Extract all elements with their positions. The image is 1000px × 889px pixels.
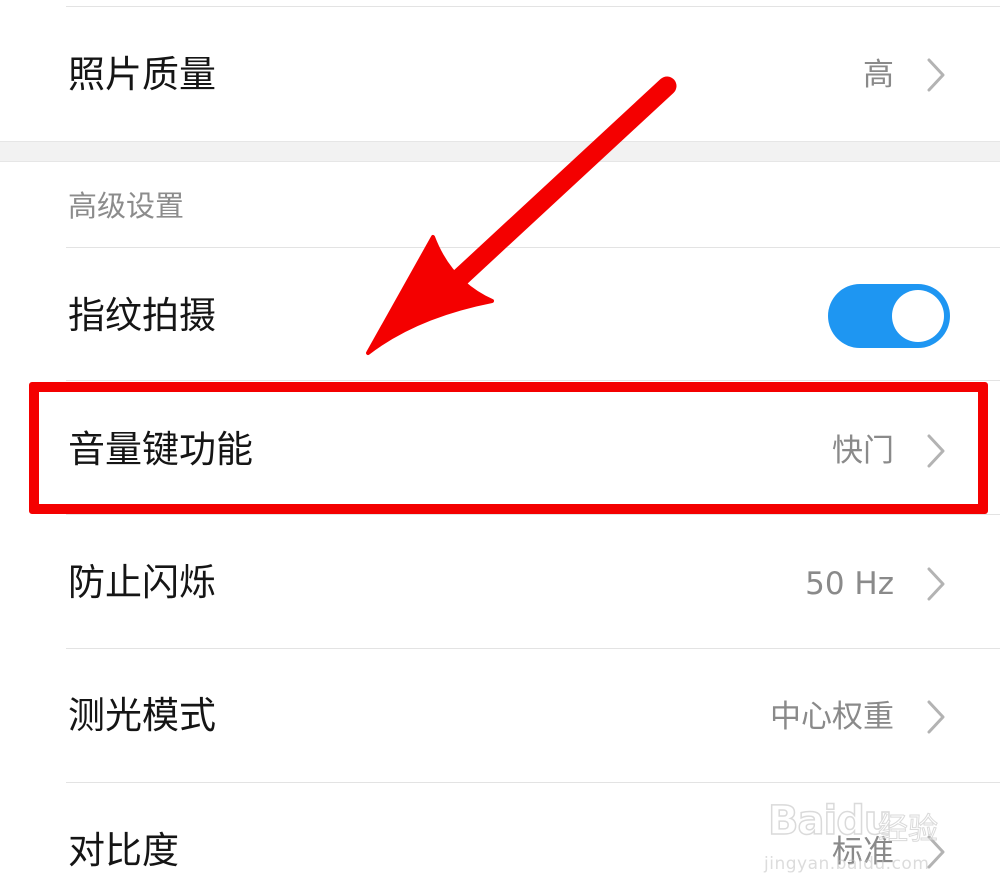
settings-row-metering-mode[interactable]: 测光模式 中心权重 [0,649,1000,782]
metering-mode-value: 中心权重 [770,699,894,735]
anti-flicker-label: 防止闪烁 [68,561,216,604]
watermark-logo: Baidu [767,797,893,845]
settings-row-photo-quality[interactable]: 照片质量 高 [0,0,1000,141]
anti-flicker-value: 50 Hz [805,566,894,602]
section-separator [0,141,1000,162]
toggle-knob [892,290,944,342]
divider [66,6,1000,7]
watermark-text: 经验 [878,812,939,848]
chevron-right-icon [927,700,945,734]
chevron-right-icon [927,567,945,601]
chevron-right-icon [927,58,945,92]
contrast-label: 对比度 [68,829,179,872]
watermark: Baidu 经验 jingyan.baidu.com [760,776,960,886]
photo-quality-value: 高 [863,57,894,93]
metering-mode-label: 测光模式 [68,694,216,737]
photo-quality-label: 照片质量 [68,53,216,96]
fingerprint-capture-toggle[interactable] [828,284,950,348]
settings-row-anti-flicker[interactable]: 防止闪烁 50 Hz [0,515,1000,648]
section-header-advanced: 高级设置 [68,189,185,223]
annotation-highlight-box [29,382,988,514]
fingerprint-capture-label: 指纹拍摄 [68,294,216,337]
watermark-url: jingyan.baidu.com [764,854,930,874]
